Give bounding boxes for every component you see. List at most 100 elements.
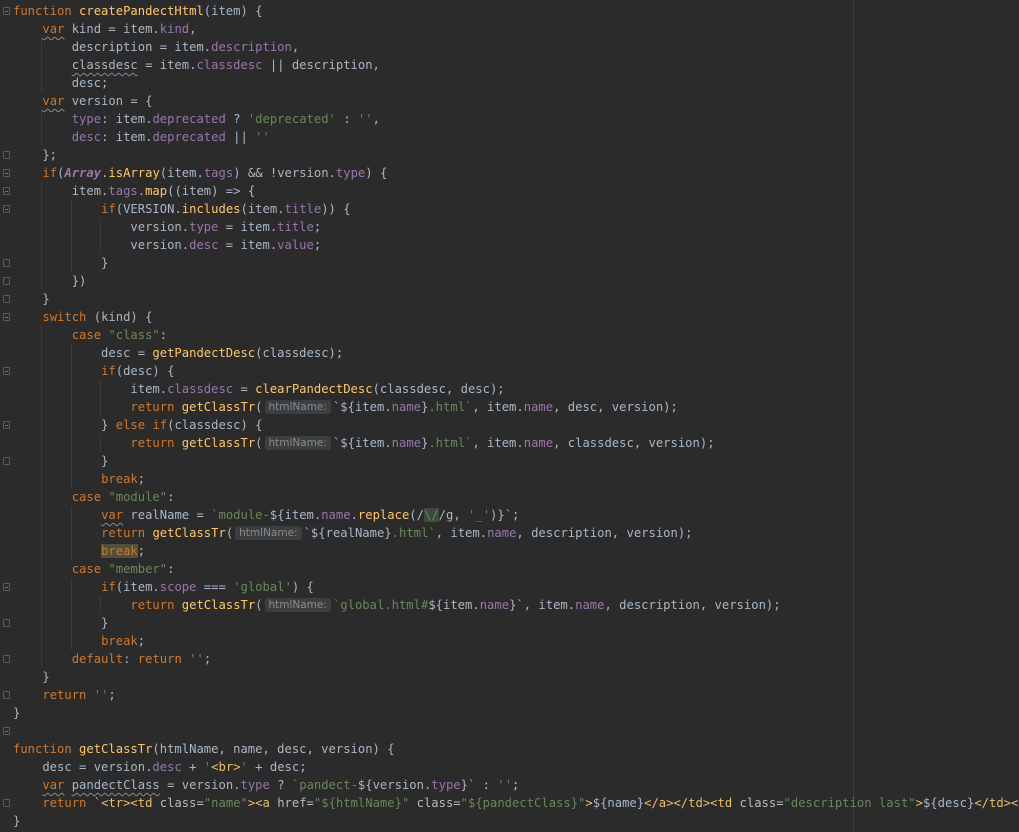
code-token: = item.	[218, 220, 278, 234]
code-line[interactable]: var realName = `module-${item.name.repla…	[0, 506, 1019, 524]
fold-toggle-icon[interactable]	[3, 691, 10, 699]
code-line[interactable]: case "module":	[0, 488, 1019, 506]
fold-toggle-icon[interactable]	[3, 277, 10, 285]
code-line[interactable]: break;	[0, 632, 1019, 650]
indent-guide	[41, 218, 43, 236]
indent-guide	[41, 182, 43, 200]
code-line[interactable]: if(VERSION.includes(item.title)) {	[0, 200, 1019, 218]
code-line[interactable]: return getClassTr(htmlName: `${item.name}…	[0, 398, 1019, 416]
code-line[interactable]: description = item.description,	[0, 38, 1019, 56]
code-line[interactable]: var version = {	[0, 92, 1019, 110]
indent-guide	[70, 596, 72, 614]
code-line[interactable]: version.type = item.title;	[0, 218, 1019, 236]
code-line[interactable]: version.desc = item.value;	[0, 236, 1019, 254]
code-line[interactable]: break;	[0, 470, 1019, 488]
code-line[interactable]: } else if(classdesc) {	[0, 416, 1019, 434]
code-line[interactable]: return `<tr><td class="name"><a href="${…	[0, 794, 1019, 812]
code-token: function	[13, 4, 72, 18]
indent-guide	[70, 236, 72, 254]
fold-toggle-icon[interactable]	[3, 295, 10, 303]
indent-guide	[70, 470, 72, 488]
code-line[interactable]: if(Array.isArray(item.tags) && !version.…	[0, 164, 1019, 182]
code-line[interactable]: classdesc = item.classdesc || descriptio…	[0, 56, 1019, 74]
code-token: ''	[189, 652, 204, 666]
code-token: type	[431, 778, 461, 792]
code-line[interactable]: desc = version.desc + '<br>' + desc;	[0, 758, 1019, 776]
fold-toggle-icon[interactable]	[3, 7, 10, 15]
fold-toggle-icon[interactable]	[3, 727, 10, 735]
code-line[interactable]: if(desc) {	[0, 362, 1019, 380]
indent-guide	[41, 596, 43, 614]
code-line[interactable]: function createPandectHtml(item) {	[0, 2, 1019, 20]
code-token: )}`;	[490, 508, 520, 522]
code-token: default	[71, 652, 124, 666]
code-line[interactable]: desc = getPandectDesc(classdesc);	[0, 344, 1019, 362]
code-line[interactable]: var pandectClass = version.type ? `pande…	[0, 776, 1019, 794]
code-token: ) && !version.	[233, 166, 336, 180]
indent-guide	[41, 416, 43, 434]
code-token: return	[137, 652, 182, 666]
fold-toggle-icon[interactable]	[3, 187, 10, 195]
code-line[interactable]: return getClassTr(htmlName: `${realName}.…	[0, 524, 1019, 542]
code-editor[interactable]: function createPandectHtml(item) { var k…	[0, 0, 1019, 832]
code-line[interactable]: desc;	[0, 74, 1019, 92]
code-line[interactable]: }	[0, 812, 1019, 830]
code-token: desc =	[13, 346, 153, 360]
code-token: isArray	[108, 166, 160, 180]
code-line[interactable]: default: return '';	[0, 650, 1019, 668]
fold-toggle-icon[interactable]	[3, 313, 10, 321]
code-token: ;	[137, 544, 146, 558]
code-line[interactable]: case "member":	[0, 560, 1019, 578]
code-area[interactable]: function createPandectHtml(item) { var k…	[0, 2, 1019, 830]
code-line[interactable]: }	[0, 290, 1019, 308]
code-line[interactable]: item.classdesc = clearPandectDesc(classd…	[0, 380, 1019, 398]
code-line[interactable]: var kind = item.kind,	[0, 20, 1019, 38]
code-line[interactable]: }	[0, 704, 1019, 722]
code-token: ${desc}	[922, 796, 975, 810]
indent-guide	[70, 254, 72, 272]
code-token: :	[335, 112, 358, 126]
code-line[interactable]: switch (kind) {	[0, 308, 1019, 326]
indent-guide	[100, 236, 102, 254]
code-line[interactable]: }	[0, 254, 1019, 272]
code-line[interactable]: return getClassTr(htmlName: `${item.name}…	[0, 434, 1019, 452]
fold-toggle-icon[interactable]	[3, 457, 10, 465]
code-line[interactable]: case "class":	[0, 326, 1019, 344]
fold-toggle-icon[interactable]	[3, 169, 10, 177]
code-line[interactable]: })	[0, 272, 1019, 290]
code-line[interactable]: }	[0, 452, 1019, 470]
code-token: `global.html#	[332, 598, 429, 612]
fold-toggle-icon[interactable]	[3, 655, 10, 663]
code-line[interactable]	[0, 722, 1019, 740]
fold-toggle-icon[interactable]	[3, 583, 10, 591]
fold-toggle-icon[interactable]	[3, 151, 10, 159]
code-token: , item.	[523, 598, 576, 612]
code-line[interactable]: };	[0, 146, 1019, 164]
code-token: +	[181, 760, 204, 774]
code-line[interactable]: if(item.scope === 'global') {	[0, 578, 1019, 596]
code-line[interactable]: return getClassTr(htmlName: `global.html#…	[0, 596, 1019, 614]
code-token: ||	[225, 130, 256, 144]
fold-toggle-icon[interactable]	[3, 799, 10, 807]
code-token: `module-	[211, 508, 270, 522]
code-token: ${item.	[269, 508, 322, 522]
code-line[interactable]: type: item.deprecated ? 'deprecated' : '…	[0, 110, 1019, 128]
fold-toggle-icon[interactable]	[3, 259, 10, 267]
code-line[interactable]: }	[0, 614, 1019, 632]
code-line[interactable]: break;	[0, 542, 1019, 560]
code-token: return	[130, 436, 175, 450]
code-line[interactable]: return '';	[0, 686, 1019, 704]
indent-guide	[70, 398, 72, 416]
code-line[interactable]: function getClassTr(htmlName, name, desc…	[0, 740, 1019, 758]
code-line[interactable]: }	[0, 668, 1019, 686]
code-token: return	[130, 598, 175, 612]
fold-toggle-icon[interactable]	[3, 367, 10, 375]
code-line[interactable]: item.tags.map((item) => {	[0, 182, 1019, 200]
fold-toggle-icon[interactable]	[3, 421, 10, 429]
code-line[interactable]: desc: item.deprecated || ''	[0, 128, 1019, 146]
fold-toggle-icon[interactable]	[3, 205, 10, 213]
fold-toggle-icon[interactable]	[3, 619, 10, 627]
